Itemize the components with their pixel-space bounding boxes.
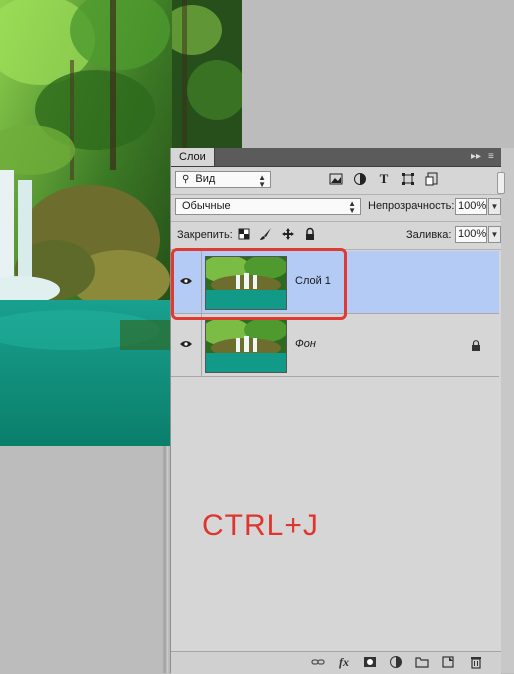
- layer-lock-icon[interactable]: [471, 340, 481, 351]
- shortcut-annotation: CTRL+J: [202, 509, 319, 542]
- opacity-input[interactable]: 100%: [455, 198, 487, 215]
- lock-transparency-icon[interactable]: [237, 227, 251, 241]
- image-filter-icon[interactable]: [329, 172, 343, 186]
- divider: [171, 194, 501, 195]
- filter-row: ⚲ Вид ▲ ▼ T: [171, 170, 505, 194]
- search-icon: ⚲: [182, 174, 190, 185]
- filter-kind-select[interactable]: ⚲ Вид ▲ ▼: [175, 171, 271, 189]
- link-layers-icon[interactable]: [311, 655, 325, 672]
- layer-style-fx-icon[interactable]: fx: [337, 655, 351, 669]
- layer-thumbnail[interactable]: [205, 319, 287, 373]
- filter-kind-label: Вид: [195, 173, 216, 185]
- highlight-annotation: [171, 248, 347, 320]
- lock-pixels-icon[interactable]: [259, 227, 273, 241]
- spinner-icon: ▲ ▼: [258, 173, 266, 189]
- layers-bottom-toolbar: fx: [171, 651, 501, 674]
- spinner-icon: ▲ ▼: [348, 199, 356, 215]
- canvas-image-edge: [172, 0, 242, 148]
- lock-label: Закрепить:: [177, 229, 233, 241]
- canvas-image[interactable]: [0, 0, 172, 446]
- new-layer-icon[interactable]: [441, 655, 455, 672]
- filter-toggle[interactable]: [497, 172, 505, 194]
- trash-icon[interactable]: [469, 655, 483, 672]
- panel-menu-icon[interactable]: ≡: [488, 151, 494, 163]
- adjustment-filter-icon[interactable]: [353, 172, 367, 186]
- layers-panel: Слои ▸▸ ≡ ⚲ Вид ▲▼ T Обычные ▲▼ Непроз: [170, 148, 505, 674]
- fill-label: Заливка:: [406, 229, 452, 241]
- add-mask-icon[interactable]: [363, 655, 377, 672]
- layer-row[interactable]: Фон: [171, 314, 499, 377]
- lock-position-icon[interactable]: [281, 227, 295, 241]
- blend-mode-select[interactable]: Обычные ▲ ▼: [175, 198, 361, 215]
- text-filter-icon[interactable]: T: [377, 172, 391, 186]
- workspace-divider: [162, 446, 168, 673]
- tab-layers[interactable]: Слои: [171, 148, 215, 166]
- opacity-label: Непрозрачность:: [368, 200, 455, 212]
- double-chevron-right-icon[interactable]: ▸▸: [471, 151, 481, 163]
- workspace-gutter: [500, 148, 514, 673]
- fill-input[interactable]: 100%: [455, 226, 487, 243]
- adjustment-layer-icon[interactable]: [389, 655, 403, 672]
- smart-object-filter-icon[interactable]: [425, 172, 439, 186]
- blend-mode-value: Обычные: [182, 200, 231, 212]
- new-group-icon[interactable]: [415, 655, 429, 672]
- opacity-dropdown-button[interactable]: ▼: [488, 198, 501, 215]
- lock-row: Закрепить: Заливка: 100% ▼: [171, 226, 501, 246]
- blend-row: Обычные ▲ ▼ Непрозрачность: 100% ▼: [171, 198, 501, 218]
- fill-dropdown-button[interactable]: ▼: [488, 226, 501, 243]
- divider: [171, 221, 501, 222]
- panel-tab-bar: Слои ▸▸ ≡: [171, 148, 501, 167]
- eye-icon: [180, 341, 192, 347]
- shape-filter-icon[interactable]: [401, 172, 415, 186]
- layer-name[interactable]: Фон: [295, 338, 316, 350]
- visibility-toggle[interactable]: [171, 314, 202, 376]
- lock-all-icon[interactable]: [303, 227, 317, 241]
